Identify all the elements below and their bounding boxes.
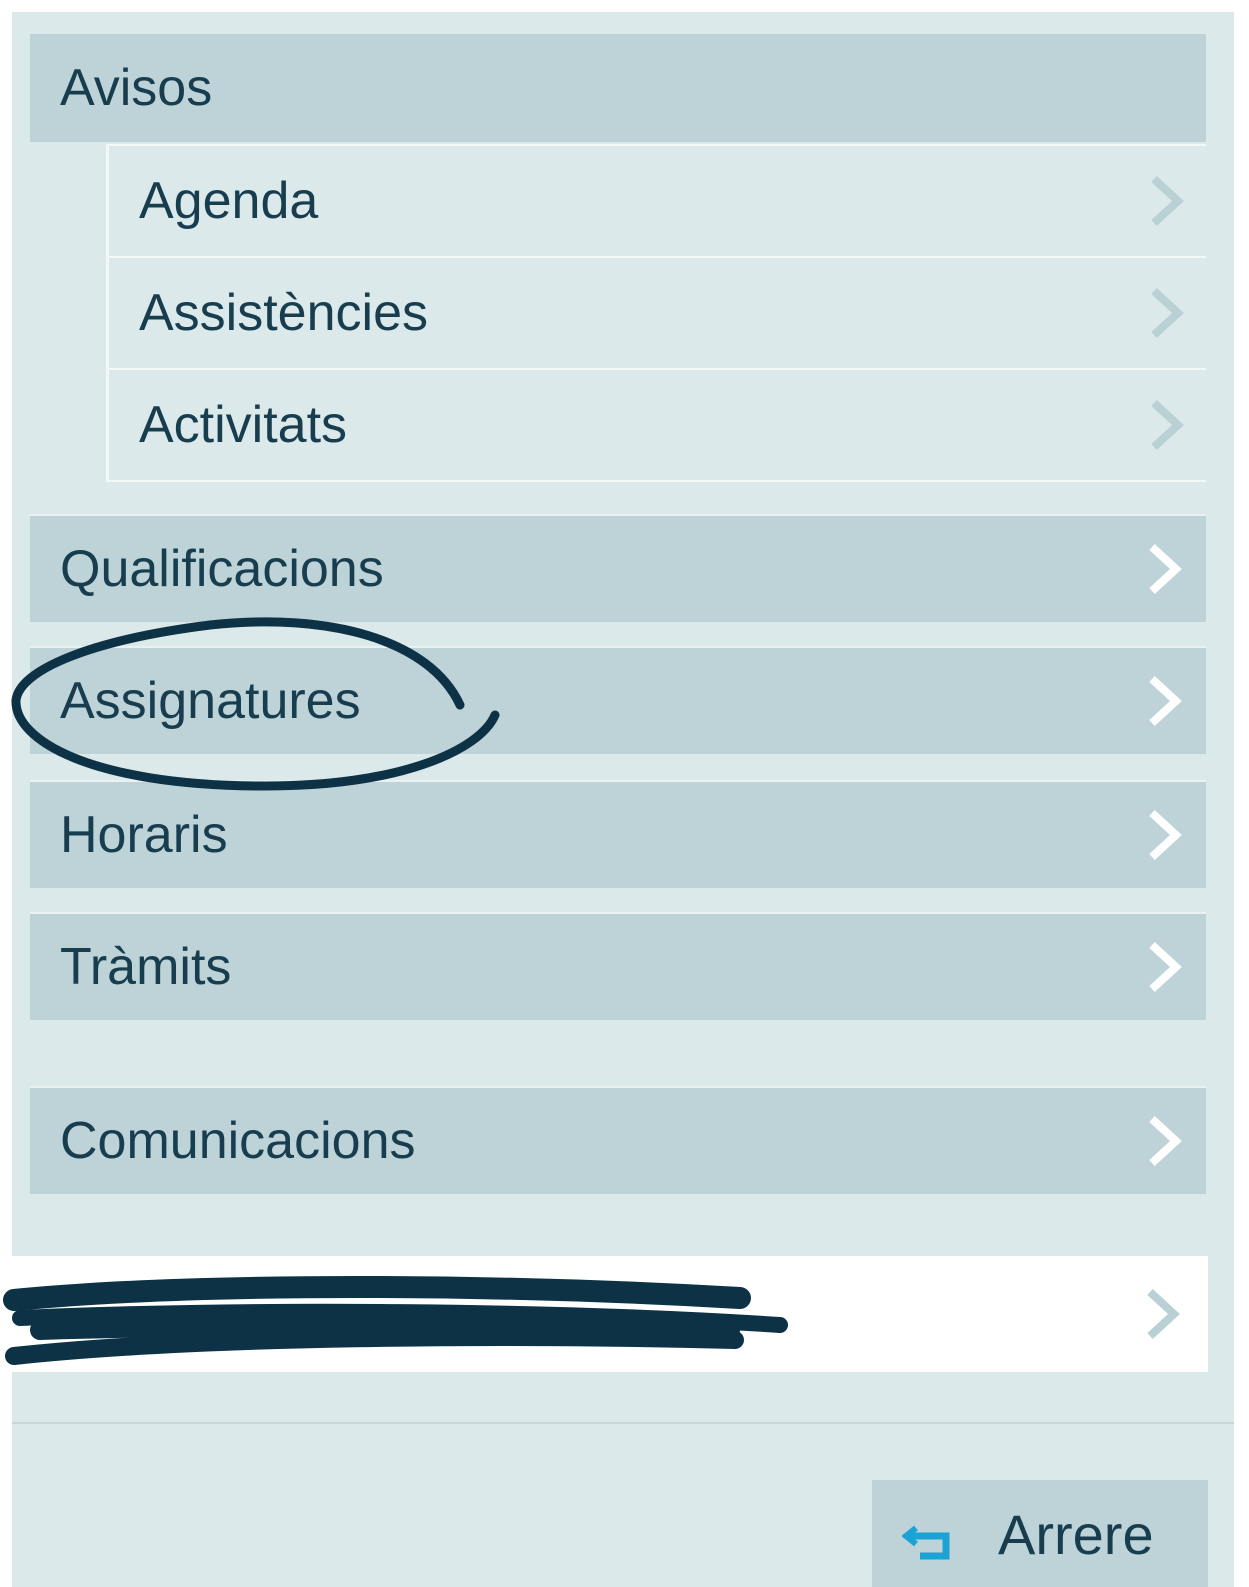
menu-item-assignatures[interactable]: Assignatures xyxy=(30,646,1206,754)
menu-item-label: Comunicacions xyxy=(60,1112,416,1170)
chevron-right-icon xyxy=(1151,176,1184,226)
submenu-item-label: Assistències xyxy=(139,284,428,342)
submenu-item-label: Agenda xyxy=(139,172,319,230)
menu-item-qualificacions[interactable]: Qualificacions xyxy=(30,514,1206,622)
menu-item-label: Qualificacions xyxy=(60,540,384,598)
menu-item-redacted[interactable] xyxy=(12,1256,1208,1372)
submenu-item-label: Activitats xyxy=(139,396,348,454)
menu-item-label: Tràmits xyxy=(60,938,232,996)
chevron-right-icon xyxy=(1147,1289,1180,1339)
menu-item-label: Horaris xyxy=(60,806,228,864)
chevron-right-icon xyxy=(1149,942,1182,992)
menu-item-avisos[interactable]: Avisos xyxy=(30,34,1206,142)
back-button-label: Arrere xyxy=(998,1503,1154,1566)
chevron-right-icon xyxy=(1149,676,1182,726)
menu-item-label: Assignatures xyxy=(60,672,361,730)
submenu-item-agenda[interactable]: Agenda xyxy=(106,144,1206,256)
chevron-right-icon xyxy=(1149,1116,1182,1166)
menu-item-tramits[interactable]: Tràmits xyxy=(30,912,1206,1020)
divider xyxy=(12,1422,1234,1424)
chevron-right-icon xyxy=(1149,544,1182,594)
submenu-item-activitats[interactable]: Activitats xyxy=(106,368,1206,482)
menu-item-label: Avisos xyxy=(60,59,213,117)
back-button[interactable]: Arrere xyxy=(872,1480,1208,1587)
menu-item-horaris[interactable]: Horaris xyxy=(30,780,1206,888)
chevron-right-icon xyxy=(1149,810,1182,860)
menu-item-comunicacions[interactable]: Comunicacions xyxy=(30,1086,1206,1194)
return-arrow-icon xyxy=(902,1525,950,1560)
chevron-right-icon xyxy=(1151,400,1184,450)
submenu-item-assistencies[interactable]: Assistències xyxy=(106,256,1206,368)
chevron-right-icon xyxy=(1151,288,1184,338)
